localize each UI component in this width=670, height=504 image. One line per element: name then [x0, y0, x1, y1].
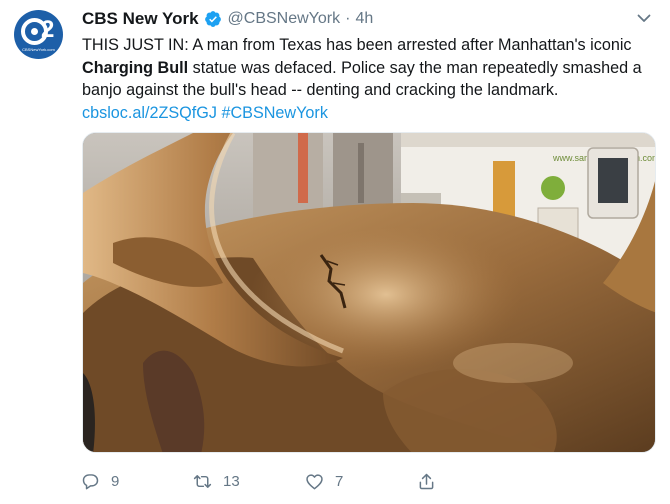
tweet-header: CBS New York @CBSNewYork · 4h: [82, 8, 373, 30]
tweet-text-bold: Charging Bull: [82, 58, 189, 77]
verified-badge-icon: [204, 11, 221, 27]
avatar-channel-number: 2: [41, 16, 55, 43]
like-count: 7: [335, 472, 344, 490]
account-handle[interactable]: @CBSNewYork: [228, 10, 341, 28]
tweet-text: THIS JUST IN: A man from Texas has been …: [82, 34, 662, 124]
charging-bull-photo: www.saraswatihariom.com: [83, 133, 655, 452]
tweet-hashtag[interactable]: #CBSNewYork: [221, 104, 327, 122]
like-button[interactable]: 7: [304, 468, 343, 494]
caret-down-icon[interactable]: [634, 8, 654, 28]
tweet-timestamp[interactable]: 4h: [355, 10, 373, 28]
tweet-link[interactable]: cbsloc.al/2ZSQfGJ: [82, 104, 217, 122]
share-button[interactable]: [416, 468, 447, 494]
like-icon: [306, 473, 323, 489]
avatar-site-text: CBSNewYork.com: [22, 47, 55, 52]
tweet: 2 CBSNewYork.com CBS New York @CBSNewYor…: [0, 0, 670, 504]
reply-button[interactable]: 9: [80, 468, 119, 494]
retweet-count: 13: [223, 472, 240, 490]
retweet-button[interactable]: 13: [192, 468, 240, 494]
header-separator: ·: [345, 10, 351, 27]
reply-icon: [82, 473, 99, 489]
tweet-text-part1: THIS JUST IN: A man from Texas has been …: [82, 36, 632, 54]
share-icon: [419, 473, 434, 489]
retweet-icon: [193, 474, 212, 488]
avatar[interactable]: 2 CBSNewYork.com: [14, 10, 63, 59]
account-name[interactable]: CBS New York: [82, 9, 199, 29]
reply-count: 9: [111, 472, 120, 490]
tweet-photo[interactable]: www.saraswatihariom.com: [82, 132, 656, 453]
tweet-actions: 9 13 7: [80, 468, 500, 494]
